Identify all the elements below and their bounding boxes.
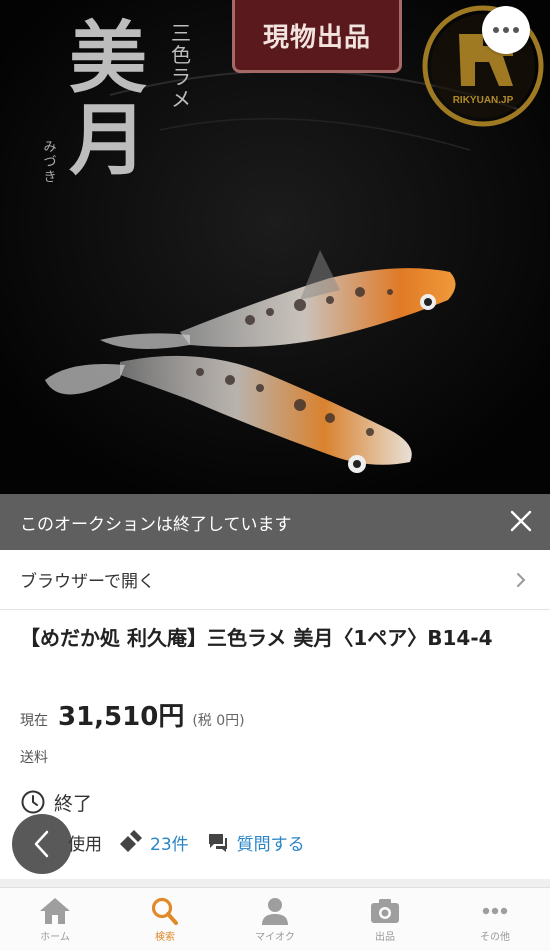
tab-label: マイオク [255,932,295,943]
item-title: 【めだか処 利久庵】三色ラメ 美月〈1ペア〉B14-4 [20,626,493,650]
product-image[interactable]: 三色ラメ 美月 みづき 現物出品 RIKYUAN.JP [0,0,550,494]
tab-label: その他 [480,932,510,943]
status-text: 終了 [54,792,93,815]
auction-ended-banner: このオークションは終了しています [0,494,550,550]
bids-link[interactable]: 23件 [116,830,189,855]
home-icon [40,898,70,924]
person-icon [262,898,288,925]
tab-more[interactable]: その他 [440,888,550,951]
banner-message: このオークションは終了しています [20,514,292,535]
open-in-browser-row[interactable]: ブラウザーで開く [0,550,550,610]
title-series: 三色ラメ [171,21,191,111]
tab-my-auction[interactable]: マイオク [220,888,330,951]
more-icon [493,27,499,33]
camera-icon [371,899,399,923]
clock-icon [21,790,45,814]
back-button[interactable] [12,814,72,874]
section-divider [0,879,550,887]
condition-text: 使用 [68,834,102,855]
more-options-button[interactable] [482,6,530,54]
shipping-label: 送料 [20,750,48,766]
title-main: 美月 [68,13,147,186]
logo-text: RIKYUAN.JP [452,95,514,106]
search-icon [151,897,178,925]
gavel-icon [120,830,142,852]
bids-count: 23件 [150,834,189,855]
tab-label: 検索 [155,932,175,943]
tab-home[interactable]: ホーム [0,888,110,951]
question-link[interactable]: 質問する [207,830,305,855]
price-value: 31,510円 [58,702,185,732]
tab-search[interactable]: 検索 [110,888,220,951]
bottom-tab-bar: ホーム 検索 マイオク 出品 その他 [0,887,550,951]
genbutsu-badge: 現物出品 [232,0,402,73]
chevron-left-icon [34,830,49,858]
price-row: 現在 31,510円 (税 0円) [20,696,245,732]
auction-status: 終了 [20,788,92,816]
price-tax: (税 0円) [192,713,245,729]
chevron-right-icon [517,573,526,587]
question-label: 質問する [236,834,305,855]
chat-icon [208,834,227,852]
title-reading: みづき [43,140,57,185]
open-in-browser-label: ブラウザーで開く [20,572,155,592]
more-icon [482,907,508,915]
tab-sell[interactable]: 出品 [330,888,440,951]
tab-label: ホーム [40,932,70,943]
tab-label: 出品 [375,932,395,943]
price-label: 現在 [20,713,48,729]
close-icon[interactable] [510,510,532,532]
